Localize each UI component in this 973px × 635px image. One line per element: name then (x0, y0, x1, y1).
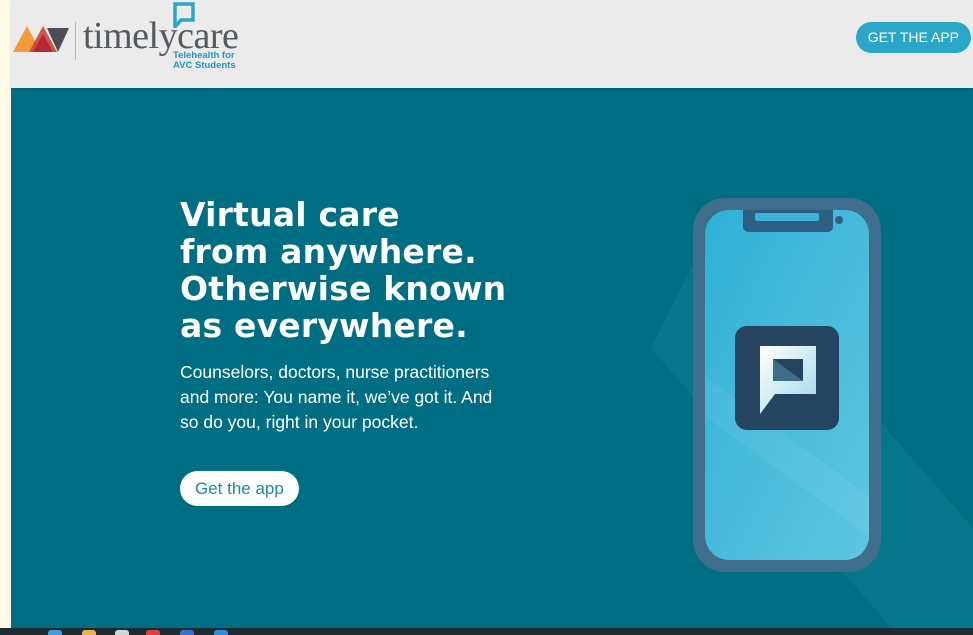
folder-icon[interactable] (82, 630, 96, 635)
app-icon[interactable] (214, 630, 228, 635)
chrome-icon[interactable] (146, 630, 160, 635)
browser-icon[interactable] (48, 630, 62, 635)
timelycare-logo[interactable]: timelycare Telehealth for AVC Students (13, 2, 263, 74)
phone-camera (835, 216, 843, 224)
get-the-app-hero-button[interactable]: Get the app (180, 471, 299, 506)
page: timelycare Telehealth for AVC Students G… (0, 0, 973, 635)
hero-title-line: Virtual care (180, 195, 400, 234)
logo-divider (75, 22, 76, 60)
hero-section: Virtual care from anywhere. Otherwise kn… (11, 88, 973, 628)
logo-word-main: timely (83, 15, 178, 57)
app-icon[interactable] (180, 630, 194, 635)
site-header: timelycare Telehealth for AVC Students G… (11, 0, 973, 88)
hero-title-line: Otherwise known (180, 269, 507, 308)
window-edge (0, 0, 11, 635)
store-icon[interactable] (115, 630, 129, 635)
timelycare-app-icon (735, 326, 839, 430)
avc-chevrons-icon (13, 26, 69, 52)
phone-illustration (693, 198, 881, 572)
logo-subtitle-line2: AVC Students (173, 60, 236, 71)
hero-title: Virtual care from anywhere. Otherwise kn… (180, 196, 560, 344)
logo-subtitle: Telehealth for AVC Students (173, 51, 236, 71)
get-the-app-button[interactable]: GET THE APP (855, 22, 971, 53)
timelycare-square-icon (173, 2, 195, 28)
hero-title-line: as everywhere. (180, 306, 468, 345)
hero-description: Counselors, doctors, nurse practitioners… (180, 362, 493, 432)
hero-title-line: from anywhere. (180, 232, 477, 271)
os-taskbar (0, 628, 973, 635)
